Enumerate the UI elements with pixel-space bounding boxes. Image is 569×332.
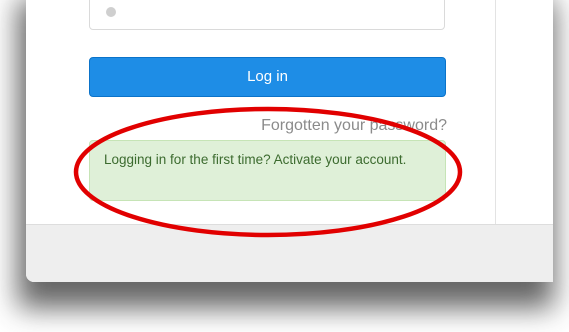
login-panel: Log in Forgotten your password? Logging … <box>26 0 553 282</box>
panel-divider <box>495 0 496 225</box>
forgot-password-link[interactable]: Forgotten your password? <box>226 117 447 135</box>
field-icon <box>106 7 116 17</box>
activate-account-link[interactable]: Logging in for the first time? Activate … <box>89 140 446 201</box>
login-button[interactable]: Log in <box>89 57 446 97</box>
password-input[interactable] <box>89 0 445 30</box>
panel-footer <box>26 224 553 282</box>
